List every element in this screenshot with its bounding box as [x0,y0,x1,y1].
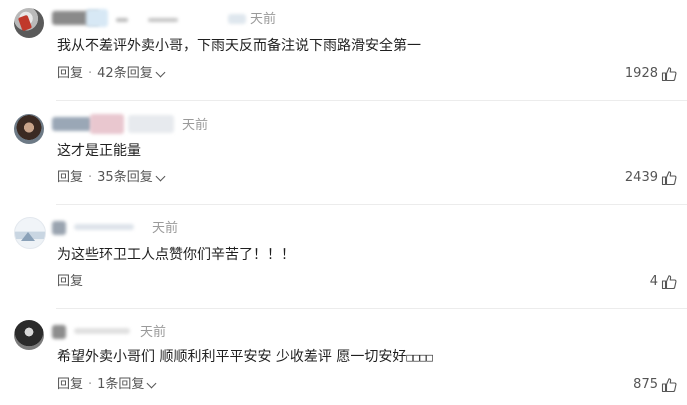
username-redacted[interactable] [52,117,92,131]
like-control[interactable]: 1928 [625,65,677,83]
like-count: 2439 [624,170,658,185]
username-redacted[interactable] [228,14,246,24]
username-redacted[interactable] [128,115,174,133]
thumbs-up-icon[interactable] [661,170,677,186]
reply-button[interactable]: 回复 [57,273,83,291]
comment-meta: 回复 · 42条回复 [57,65,166,83]
thumbs-up-icon[interactable] [661,274,677,290]
comment-meta: 回复 · 1条回复 [57,376,157,394]
username-redacted[interactable] [148,18,178,22]
separator-dot: · [88,66,93,81]
username-redacted[interactable] [90,114,124,134]
separator-dot: · [88,170,93,185]
thumbs-up-icon[interactable] [661,377,677,393]
like-count: 1928 [624,66,658,81]
comment-text: 为这些环卫工人点赞你们辛苦了！！！ [57,247,295,263]
username-redacted[interactable] [74,224,134,230]
like-count: 875 [633,377,658,392]
username-redacted[interactable] [86,9,108,27]
reply-count: 1条回复 [97,377,145,392]
comment-item: 天前 为这些环卫工人点赞你们辛苦了！！！ 回复 4 [0,205,687,309]
comment-text: 希望外卖小哥们 顺顺利利平平安安 少收差评 愿一切安好□□□□ [57,347,433,368]
reply-button[interactable]: 回复 [57,65,83,83]
comment-item: 天前 我从不差评外卖小哥，下雨天反而备注说下雨路滑安全第一 回复 · 42条回复… [0,0,687,101]
view-replies-link[interactable]: 35条回复 [97,169,166,187]
view-replies-link[interactable]: 1条回复 [97,376,157,394]
avatar[interactable] [14,8,44,38]
comment-text-tail: □□□□ [406,351,433,364]
chevron-down-icon [155,171,166,181]
comment-text: 我从不差评外卖小哥，下雨天反而备注说下雨路滑安全第一 [57,38,421,54]
comment-meta: 回复 · 35条回复 [57,169,166,187]
comment-time: 天前 [140,325,167,340]
like-control[interactable]: 875 [633,376,677,394]
reply-button[interactable]: 回复 [57,376,83,394]
username-redacted[interactable] [52,325,66,339]
avatar[interactable] [14,114,44,144]
like-control[interactable]: 2439 [625,169,677,187]
comment-text-main: 希望外卖小哥们 顺顺利利平平安安 少收差评 愿一切安好 [57,349,407,365]
comment-meta: 回复 [57,273,83,291]
avatar[interactable] [14,320,44,350]
comment-time: 天前 [250,12,277,27]
comment-item: 天前 希望外卖小哥们 顺顺利利平平安安 少收差评 愿一切安好□□□□ 回复 · … [0,309,687,405]
username-redacted[interactable] [116,18,128,22]
separator-dot: · [88,377,93,392]
username-redacted[interactable] [74,328,130,334]
reply-count: 35条回复 [97,170,153,185]
view-replies-link[interactable]: 42条回复 [97,65,166,83]
reply-button[interactable]: 回复 [57,169,83,187]
comment-item: 天前 这才是正能量 回复 · 35条回复 2439 [0,101,687,205]
comment-time: 天前 [182,118,209,133]
username-redacted[interactable] [52,221,66,235]
like-control[interactable]: 4 [650,273,677,291]
chevron-down-icon [146,378,157,388]
thumbs-up-icon[interactable] [661,66,677,82]
comment-time: 天前 [152,221,179,236]
avatar[interactable] [14,217,46,249]
chevron-down-icon [155,67,166,77]
reply-count: 42条回复 [97,66,153,81]
comment-text: 这才是正能量 [57,143,141,159]
like-count: 4 [649,274,658,289]
